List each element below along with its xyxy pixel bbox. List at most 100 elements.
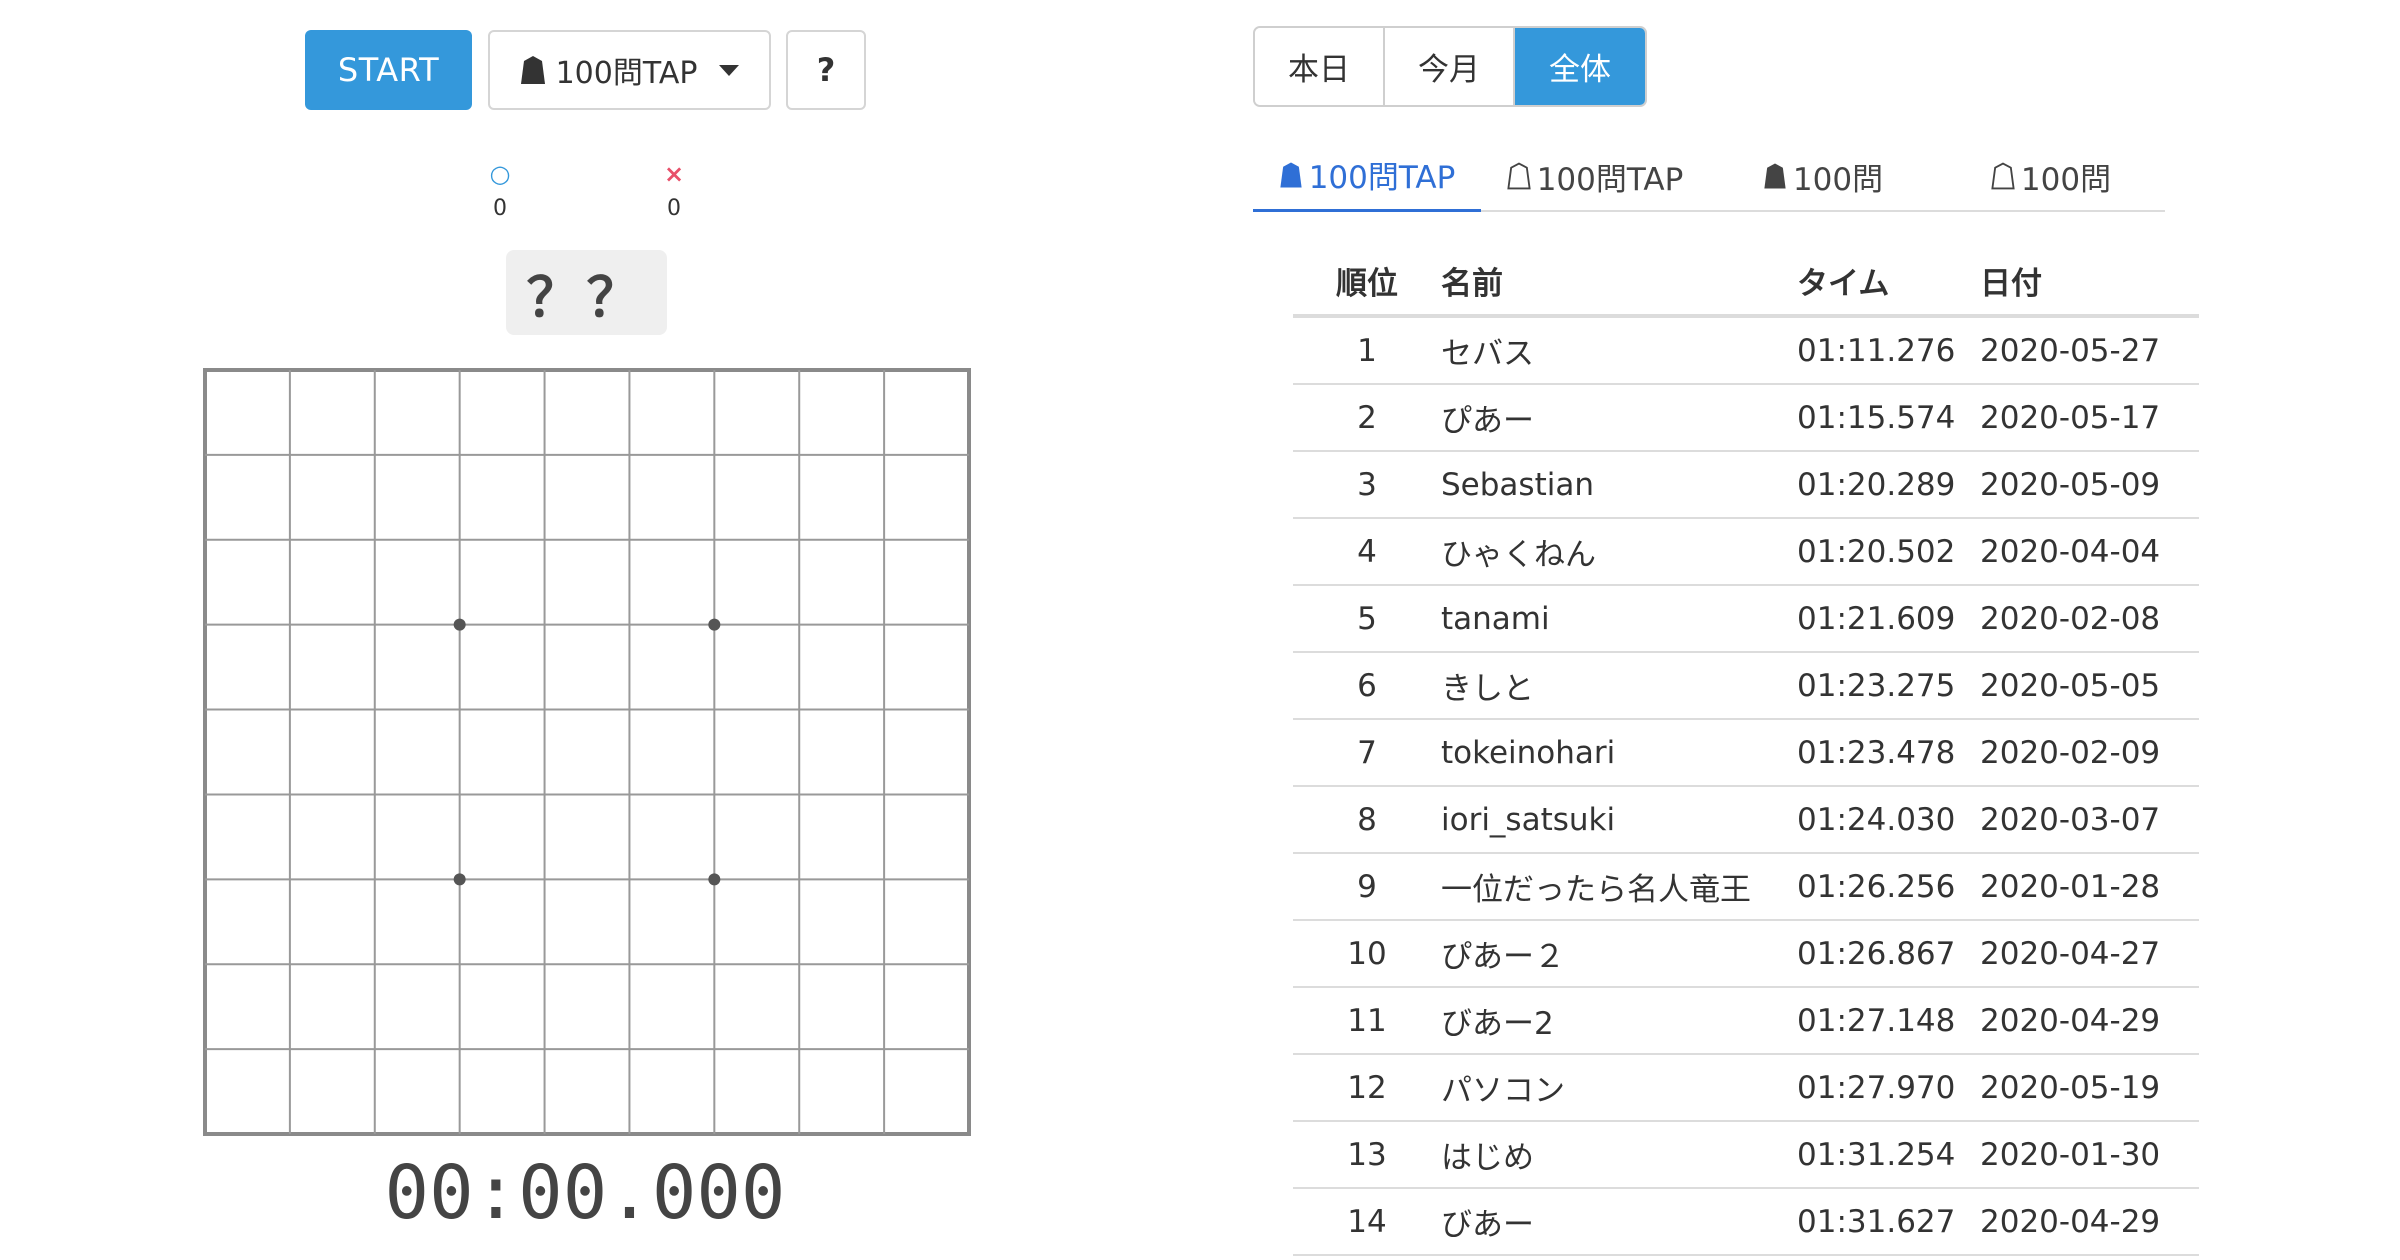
cell-date: 2020-05-27 bbox=[1980, 316, 2199, 385]
cell-date: 2020-05-19 bbox=[1980, 1054, 2199, 1122]
table-row: 8 iori_satsuki 01:24.030 2020-03-07 bbox=[1293, 786, 2199, 854]
cell-time: 01:31.627 bbox=[1797, 1188, 1980, 1256]
mode-tab-label: 100問 bbox=[1792, 161, 1884, 198]
cell-rank: 2 bbox=[1293, 384, 1441, 452]
header-date: 日付 bbox=[1980, 246, 2199, 318]
star-point bbox=[453, 873, 466, 886]
header-name: 名前 bbox=[1441, 246, 1797, 318]
wrong-count: 0 bbox=[667, 196, 681, 221]
mode-select-label: 100問TAP bbox=[555, 56, 698, 91]
correct-mark-icon: ○ bbox=[489, 160, 511, 188]
period-tab-2[interactable]: 全体 bbox=[1515, 28, 1645, 105]
cell-time: 01:15.574 bbox=[1797, 384, 1980, 452]
caret-down-icon bbox=[719, 64, 740, 76]
ranking-header-row: 順位 名前 タイム 日付 bbox=[1293, 246, 2199, 318]
cell-date: 2020-05-09 bbox=[1980, 451, 2199, 519]
shogi-piece-outline-icon bbox=[1507, 162, 1531, 190]
cell-rank: 14 bbox=[1293, 1188, 1441, 1256]
cell-rank: 11 bbox=[1293, 987, 1441, 1055]
cell-name: tanami bbox=[1441, 585, 1797, 653]
header-time: タイム bbox=[1797, 246, 1980, 318]
cell-time: 01:24.030 bbox=[1797, 786, 1980, 854]
cell-date: 2020-03-07 bbox=[1980, 786, 2199, 854]
cell-name: Sebastian bbox=[1441, 451, 1797, 519]
period-tab-0[interactable]: 本日 bbox=[1255, 28, 1385, 105]
header-rank: 順位 bbox=[1293, 246, 1441, 318]
table-row: 10 ぴあー２ 01:26.867 2020-04-27 bbox=[1293, 920, 2199, 988]
cell-time: 01:26.256 bbox=[1797, 853, 1980, 921]
cell-date: 2020-02-08 bbox=[1980, 585, 2199, 653]
cell-time: 01:23.478 bbox=[1797, 719, 1980, 787]
cell-name: きしと bbox=[1441, 652, 1797, 720]
cell-time: 01:20.502 bbox=[1797, 518, 1980, 586]
cell-rank: 7 bbox=[1293, 719, 1441, 787]
table-row: 9 一位だったら名人竜王 01:26.256 2020-01-28 bbox=[1293, 853, 2199, 921]
cell-rank: 6 bbox=[1293, 652, 1441, 720]
cell-name: びあー bbox=[1441, 1188, 1797, 1256]
mode-select-dropdown[interactable]: 100問TAP bbox=[488, 30, 771, 110]
help-button[interactable]: ? bbox=[786, 30, 866, 110]
shogi-piece-filled-icon bbox=[1280, 162, 1302, 187]
mode-tab-label: 100問TAP bbox=[1536, 161, 1684, 198]
table-row: 5 tanami 01:21.609 2020-02-08 bbox=[1293, 585, 2199, 653]
table-row: 4 ひゃくねん 01:20.502 2020-04-04 bbox=[1293, 518, 2199, 586]
mode-tab-2[interactable]: 100問 bbox=[1709, 140, 1937, 212]
start-button[interactable]: START bbox=[305, 30, 472, 110]
cell-date: 2020-04-29 bbox=[1980, 987, 2199, 1055]
cell-name: ぴあー２ bbox=[1441, 920, 1797, 988]
mode-tab-1[interactable]: 100問TAP bbox=[1481, 140, 1709, 212]
star-point bbox=[708, 618, 721, 631]
ranking-table: 順位 名前 タイム 日付 1 セバス 01:11.276 2020-05-27 2 ぴあー… bbox=[1293, 246, 2199, 1256]
cell-rank: 1 bbox=[1293, 316, 1441, 385]
ranking-mode-tabs: 100問TAP 100問TAP 100問 100問 bbox=[1253, 140, 2165, 212]
cell-date: 2020-04-27 bbox=[1980, 920, 2199, 988]
cell-rank: 4 bbox=[1293, 518, 1441, 586]
table-row: 11 びあー2 01:27.148 2020-04-29 bbox=[1293, 987, 2199, 1055]
cell-date: 2020-01-30 bbox=[1980, 1121, 2199, 1189]
wrong-mark-icon: × bbox=[663, 160, 685, 188]
board-border bbox=[203, 368, 971, 1136]
cell-date: 2020-01-28 bbox=[1980, 853, 2199, 921]
cell-rank: 3 bbox=[1293, 451, 1441, 519]
cell-time: 01:31.254 bbox=[1797, 1121, 1980, 1189]
cell-name: はじめ bbox=[1441, 1121, 1797, 1189]
cell-rank: 13 bbox=[1293, 1121, 1441, 1189]
cell-name: びあー2 bbox=[1441, 987, 1797, 1055]
cell-date: 2020-04-04 bbox=[1980, 518, 2199, 586]
table-row: 3 Sebastian 01:20.289 2020-05-09 bbox=[1293, 451, 2199, 519]
cell-name: iori_satsuki bbox=[1441, 786, 1797, 854]
cell-date: 2020-05-17 bbox=[1980, 384, 2199, 452]
shogi-piece-filled-icon bbox=[520, 56, 545, 84]
cell-name: パソコン bbox=[1441, 1054, 1797, 1122]
cell-name: セバス bbox=[1441, 316, 1797, 385]
cell-time: 01:11.276 bbox=[1797, 316, 1980, 385]
table-row: 7 tokeinohari 01:23.478 2020-02-09 bbox=[1293, 719, 2199, 787]
shogi-board[interactable] bbox=[203, 368, 971, 1136]
table-row: 2 ぴあー 01:15.574 2020-05-17 bbox=[1293, 384, 2199, 452]
cell-time: 01:23.275 bbox=[1797, 652, 1980, 720]
period-tab-1[interactable]: 今月 bbox=[1385, 28, 1515, 105]
timer-display: 00:00.000 bbox=[384, 1150, 786, 1236]
cell-time: 01:27.970 bbox=[1797, 1054, 1980, 1122]
question-display: ？？ bbox=[506, 250, 667, 335]
mode-tab-label: 100問TAP bbox=[1308, 160, 1456, 196]
cell-name: ぴあー bbox=[1441, 384, 1797, 452]
table-row: 14 びあー 01:31.627 2020-04-29 bbox=[1293, 1188, 2199, 1256]
mode-tab-0[interactable]: 100問TAP bbox=[1253, 140, 1481, 212]
cell-date: 2020-04-29 bbox=[1980, 1188, 2199, 1256]
cell-time: 01:27.148 bbox=[1797, 987, 1980, 1055]
cell-name: ひゃくねん bbox=[1441, 518, 1797, 586]
cell-name: tokeinohari bbox=[1441, 719, 1797, 787]
star-point bbox=[453, 618, 466, 631]
cell-time: 01:20.289 bbox=[1797, 451, 1980, 519]
shogi-piece-outline-icon bbox=[1991, 162, 2015, 190]
table-row: 6 きしと 01:23.275 2020-05-05 bbox=[1293, 652, 2199, 720]
table-row: 1 セバス 01:11.276 2020-05-27 bbox=[1293, 316, 2199, 385]
cell-rank: 8 bbox=[1293, 786, 1441, 854]
mode-tab-3[interactable]: 100問 bbox=[1937, 140, 2165, 212]
cell-rank: 10 bbox=[1293, 920, 1441, 988]
star-point bbox=[708, 873, 721, 886]
cell-name: 一位だったら名人竜王 bbox=[1441, 853, 1797, 921]
cell-date: 2020-02-09 bbox=[1980, 719, 2199, 787]
cell-rank: 5 bbox=[1293, 585, 1441, 653]
